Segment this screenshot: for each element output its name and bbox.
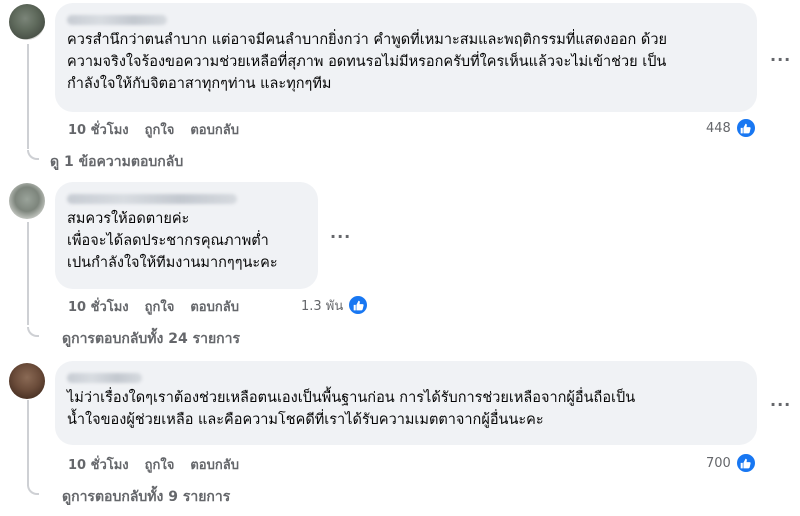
- thread-curve: [27, 150, 39, 160]
- reaction-summary[interactable]: 1.3 พัน: [301, 294, 370, 316]
- reply-button[interactable]: ตอบกลับ: [190, 119, 239, 140]
- like-button[interactable]: ถูกใจ: [145, 454, 175, 475]
- thumbs-up-icon: [734, 452, 757, 474]
- comment-text: ไม่ว่าเรื่องใดๆเราต้องช่วยเหลือตนเองเป็น…: [67, 390, 636, 428]
- avatar[interactable]: [9, 183, 45, 219]
- view-replies-link[interactable]: ดู 1 ข้อความตอบกลับ: [50, 151, 183, 173]
- avatar[interactable]: [9, 363, 45, 399]
- view-replies-label[interactable]: ดูการตอบกลับทั้ง 24 รายการ: [62, 328, 240, 350]
- comment-time[interactable]: 10 ชั่วโมง: [68, 454, 129, 475]
- thumbs-up-icon: [734, 117, 757, 139]
- reaction-count: 448: [706, 120, 731, 136]
- comment-text: ควรสำนึกว่าตนลำบาก แต่อาจมีคนลำบากยิ่งกว…: [67, 32, 667, 92]
- like-button[interactable]: ถูกใจ: [145, 119, 175, 140]
- view-replies-label[interactable]: ดูการตอบกลับทั้ง 9 รายการ: [62, 486, 230, 508]
- author-name-redacted[interactable]: [67, 369, 745, 387]
- reaction-count: 700: [706, 455, 731, 471]
- reaction-summary[interactable]: 448: [706, 117, 757, 139]
- comment-time[interactable]: 10 ชั่วโมง: [68, 119, 129, 140]
- comment-text: สมควรให้อดตายค่ะ เพื่อจะได้ลดประชากรคุณภ…: [67, 211, 278, 271]
- view-replies-link[interactable]: ดูการตอบกลับทั้ง 24 รายการ: [62, 328, 240, 350]
- like-button[interactable]: ถูกใจ: [145, 296, 175, 317]
- thread-curve: [27, 327, 39, 337]
- view-replies-link[interactable]: ดูการตอบกลับทั้ง 9 รายการ: [62, 486, 230, 508]
- avatar[interactable]: [9, 4, 45, 40]
- view-replies-label[interactable]: ดู 1 ข้อความตอบกลับ: [50, 151, 183, 173]
- more-options-icon[interactable]: ···: [330, 227, 351, 246]
- comment-actions: 10 ชั่วโมง ถูกใจ ตอบกลับ: [68, 454, 255, 475]
- comment-actions: 10 ชั่วโมง ถูกใจ ตอบกลับ: [68, 119, 255, 140]
- reaction-count: 1.3 พัน: [301, 298, 344, 314]
- more-options-icon[interactable]: ···: [770, 395, 791, 414]
- author-name-redacted[interactable]: [67, 11, 745, 29]
- comment-time[interactable]: 10 ชั่วโมง: [68, 296, 129, 317]
- reply-button[interactable]: ตอบกลับ: [190, 454, 239, 475]
- comment-bubble: ควรสำนึกว่าตนลำบาก แต่อาจมีคนลำบากยิ่งกว…: [55, 3, 757, 112]
- thread-line: [27, 222, 29, 325]
- author-name-redacted[interactable]: [67, 190, 306, 208]
- comment-actions: 10 ชั่วโมง ถูกใจ ตอบกลับ: [68, 296, 255, 317]
- more-options-icon[interactable]: ···: [770, 50, 791, 69]
- thumbs-up-icon: [347, 294, 370, 316]
- reply-button[interactable]: ตอบกลับ: [190, 296, 239, 317]
- thread-curve: [27, 485, 39, 495]
- thread-line: [27, 44, 29, 149]
- thread-line: [27, 400, 29, 486]
- comment-bubble: ไม่ว่าเรื่องใดๆเราต้องช่วยเหลือตนเองเป็น…: [55, 361, 757, 445]
- reaction-summary[interactable]: 700: [706, 452, 757, 474]
- comment-bubble: สมควรให้อดตายค่ะ เพื่อจะได้ลดประชากรคุณภ…: [55, 182, 318, 289]
